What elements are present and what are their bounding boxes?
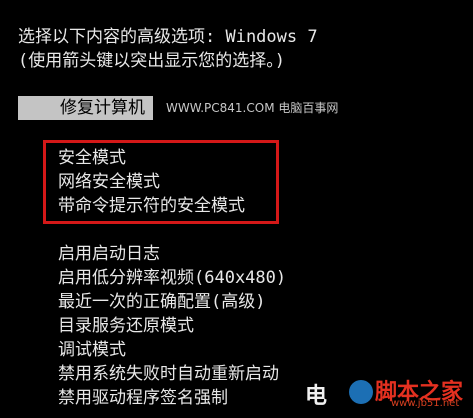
- watermark-text: WWW.PC841.COM 电脑百事网: [166, 101, 339, 115]
- site-logo: 电 脚本之家 www.jb51.net: [305, 380, 464, 409]
- page-title: 选择以下内容的高级选项: Windows 7: [18, 27, 318, 47]
- menu-item-low-res-video[interactable]: 启用低分辨率视频(640x480): [58, 268, 286, 288]
- menu-item-safe-mode[interactable]: 安全模式: [58, 148, 126, 168]
- menu-item-safe-mode-networking[interactable]: 网络安全模式: [58, 172, 160, 192]
- boot-options-screen: 选择以下内容的高级选项: Windows 7 (使用箭头键以突出显示您的选择。)…: [0, 0, 473, 418]
- instruction-text: (使用箭头键以突出显示您的选择。): [18, 51, 285, 71]
- menu-item-boot-logging[interactable]: 启用启动日志: [58, 244, 160, 264]
- menu-item-safe-mode-command-prompt[interactable]: 带命令提示符的安全模式: [58, 196, 245, 216]
- repair-computer-label: 修复计算机: [60, 98, 145, 118]
- repair-computer-option[interactable]: 修复计算机: [18, 96, 153, 120]
- menu-item-last-known-good[interactable]: 最近一次的正确配置(高级): [58, 292, 265, 312]
- menu-item-disable-auto-restart[interactable]: 禁用系统失败时自动重新启动: [58, 364, 279, 384]
- menu-item-debugging-mode[interactable]: 调试模式: [58, 340, 126, 360]
- menu-item-directory-services-restore[interactable]: 目录服务还原模式: [58, 316, 194, 336]
- menu-item-disable-driver-signature[interactable]: 禁用驱动程序签名强制: [58, 388, 228, 408]
- logo-circle-icon: [349, 380, 373, 404]
